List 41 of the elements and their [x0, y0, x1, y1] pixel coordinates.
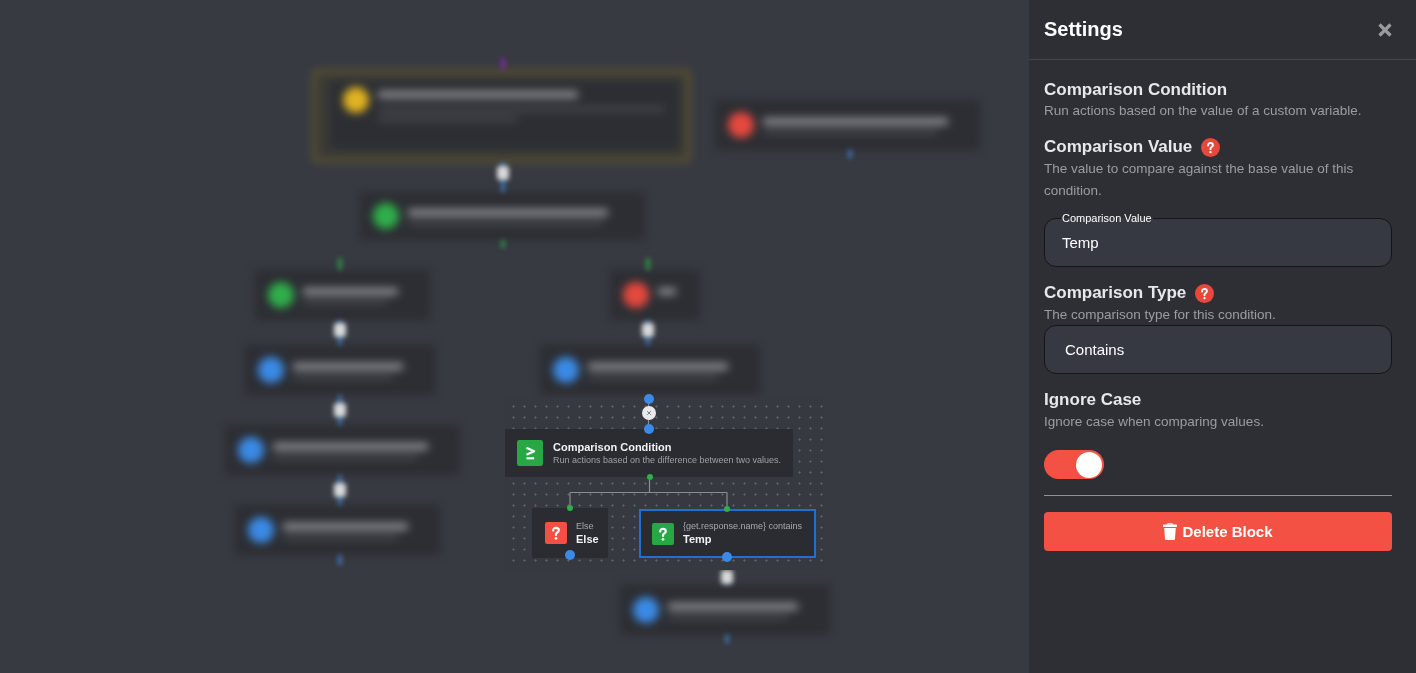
blurred-connector-drawing — [497, 162, 509, 192]
field-label: Comparison Value — [1044, 136, 1193, 158]
blurred-connector-drawing — [642, 320, 654, 345]
block-description: Run actions based on the difference between two values. — [553, 454, 781, 466]
blurred-connector-drawing — [721, 570, 733, 585]
port-dot-icon[interactable] — [722, 552, 732, 562]
port-dot-icon[interactable] — [565, 550, 575, 560]
branch-caption: Else — [576, 520, 595, 532]
branch-block[interactable]: {get.response.name} contains Temp — [639, 509, 816, 558]
greater-or-equal-icon — [517, 440, 543, 466]
branch-caption: {get.response.name} contains — [683, 521, 803, 532]
field-label: Comparison Type — [1044, 282, 1187, 304]
close-icon[interactable] — [1378, 22, 1392, 37]
section-title: Comparison Condition — [1044, 79, 1229, 101]
field-label: Ignore Case — [1044, 389, 1142, 411]
toggle-switch[interactable] — [1044, 450, 1104, 479]
text-field[interactable]: Comparison Value Temp — [1044, 211, 1392, 267]
branch-block[interactable]: Else Else — [532, 508, 608, 558]
branch-label: Else — [576, 531, 599, 546]
close-icon[interactable] — [641, 406, 656, 420]
field-description: The value to compare against the base value of this condition. — [1044, 160, 1355, 200]
field-description: Ignore case when comparing values. — [1044, 413, 1265, 431]
panel-title: Settings — [1044, 18, 1123, 41]
port-dot-icon[interactable] — [646, 474, 653, 480]
connector-line — [647, 403, 650, 425]
block-title: Comparison Condition — [553, 440, 673, 454]
dropdown[interactable]: Contains — [1044, 325, 1392, 374]
blurred-connector-drawing — [334, 475, 346, 505]
port-dot-icon[interactable] — [567, 505, 573, 511]
help-icon[interactable] — [1201, 137, 1221, 157]
blurred-connector-drawing — [334, 395, 346, 425]
branch-label: Temp — [683, 532, 713, 546]
help-icon[interactable] — [1195, 283, 1215, 303]
port-dot-icon[interactable] — [643, 394, 654, 404]
section-description: Run actions based on the value of a custom variable. — [1044, 102, 1363, 120]
condition-block[interactable]: Comparison Condition Run actions based on the difference between two values. — [505, 429, 793, 477]
port-dot-icon[interactable] — [724, 506, 730, 512]
blurred-connector-drawing — [334, 320, 346, 345]
trash-icon — [1163, 523, 1178, 540]
port-dot-icon[interactable] — [643, 424, 654, 434]
field-description: The comparison type for this condition. — [1044, 306, 1277, 324]
